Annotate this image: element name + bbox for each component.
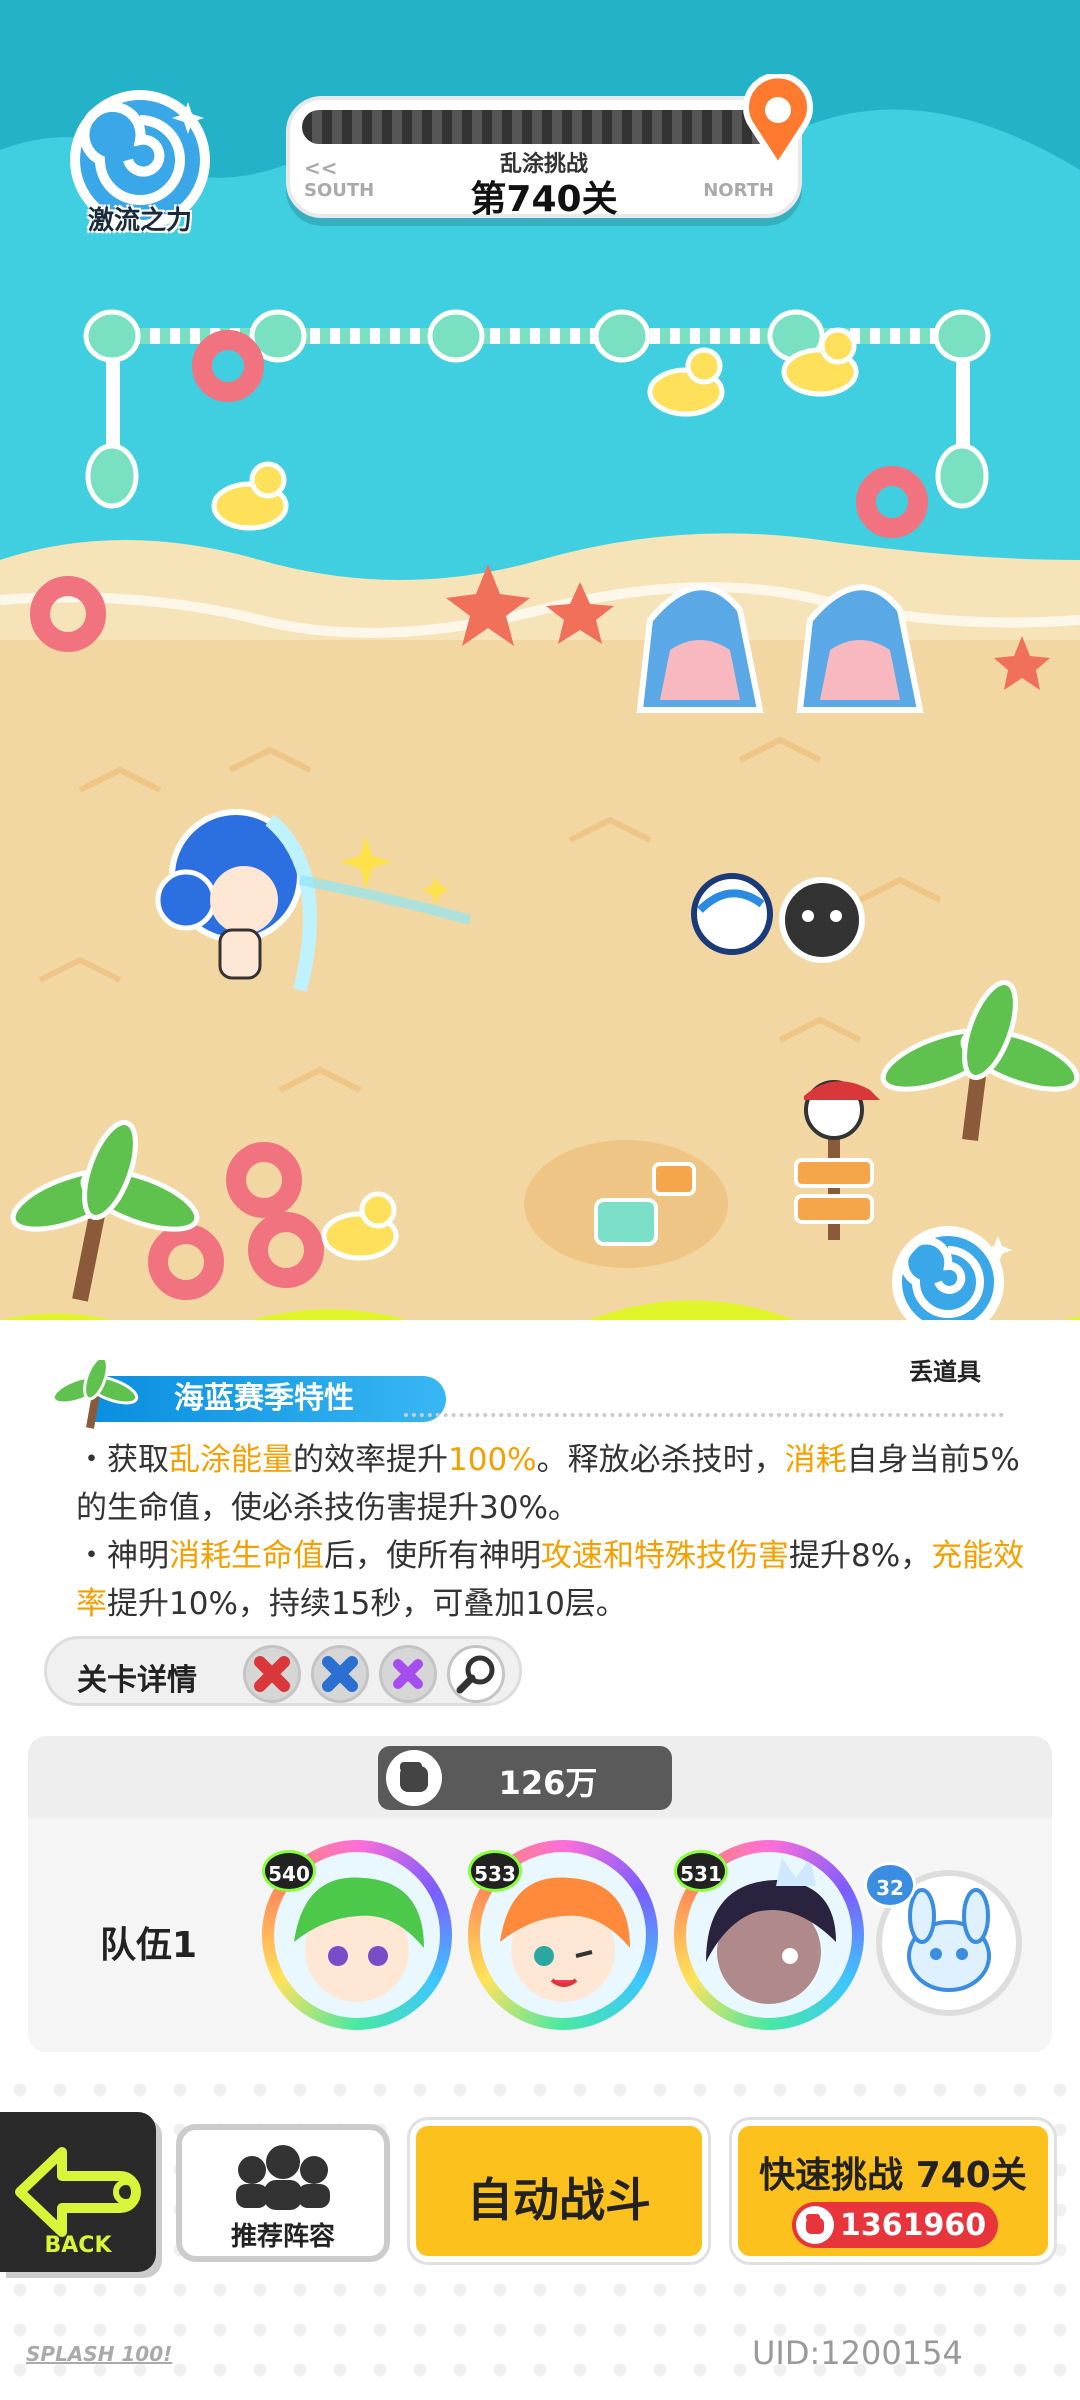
trait-line-1: ・获取乱涂能量的效率提升100%。释放必杀技时，消耗自身当前5%的生命值，使必杀… <box>76 1442 1020 1526</box>
quick-challenge-cost: 1361960 <box>792 2202 998 2248</box>
auto-battle-button[interactable]: 自动战斗 <box>410 2120 708 2262</box>
hero-level: 540 <box>262 1850 316 1892</box>
pet-avatar[interactable]: 32 <box>864 1862 1022 2016</box>
back-label: BACK <box>45 2233 113 2258</box>
hero-level: 533 <box>468 1850 522 1892</box>
fist-icon <box>386 1750 442 1806</box>
stage-detail-label: 关卡详情 <box>77 1663 197 1698</box>
team-power-badge: 126万 <box>378 1746 672 1810</box>
quick-challenge-cost-value: 1361960 <box>840 2208 987 2243</box>
red-splash-icon <box>243 1645 301 1703</box>
stage-detail-button[interactable]: 关卡详情 <box>44 1636 522 1706</box>
back-button[interactable]: BACK <box>0 2112 156 2272</box>
team-power-value: 126万 <box>498 1764 598 1802</box>
north-label: NORTH <box>703 180 774 201</box>
team-people-icon <box>236 2145 330 2210</box>
recommend-lineup-button[interactable]: 推荐阵容 <box>176 2124 390 2262</box>
quick-challenge-button[interactable]: 快速挑战 740关 1361960 <box>732 2120 1054 2262</box>
team-label: 队伍1 <box>100 1925 198 1966</box>
location-pin-icon <box>743 74 813 170</box>
game-scene[interactable]: 激流之力 << SOUTH 乱涂挑战 第740关 NORTH <box>0 0 1080 1320</box>
drop-item-label: 丢道具 <box>909 1358 981 1386</box>
hero-avatar[interactable]: 533 <box>468 1840 658 2030</box>
auto-battle-label: 自动战斗 <box>467 2173 651 2227</box>
user-id: UID:1200154 <box>752 2334 963 2372</box>
divider <box>404 1413 1004 1417</box>
hero-avatar[interactable]: 531 <box>674 1840 864 2030</box>
palm-icon <box>51 1360 139 1429</box>
recommend-lineup-label: 推荐阵容 <box>230 2222 335 2252</box>
back-arrow-icon: BACK <box>15 2147 141 2258</box>
blue-splash-icon <box>311 1645 369 1703</box>
fist-icon <box>796 2206 834 2244</box>
quick-challenge-label: 快速挑战 740关 <box>759 2155 1027 2196</box>
logo-label: 激流之力 <box>87 206 192 236</box>
magnifier-icon <box>447 1645 505 1703</box>
season-trait-description: ・获取乱涂能量的效率提升100%。释放必杀技时，消耗自身当前5%的生命值，使必杀… <box>76 1436 1036 1628</box>
season-trait-title: 海蓝赛季特性 <box>94 1376 446 1422</box>
stage-progress-bar: << SOUTH 乱涂挑战 第740关 NORTH <box>286 96 802 220</box>
pet-level: 32 <box>864 1862 916 1908</box>
progress-track <box>302 110 782 144</box>
hero-avatar[interactable]: 540 <box>262 1840 452 2030</box>
purple-splash-icon <box>379 1645 437 1703</box>
trait-line-2: ・神明消耗生命值后，使所有神明攻速和特殊技伤害提升8%，充能效率提升10%，持续… <box>76 1538 1025 1622</box>
hero-level: 531 <box>674 1850 728 1892</box>
brand-logo: SPLASH 100! <box>26 2342 173 2366</box>
